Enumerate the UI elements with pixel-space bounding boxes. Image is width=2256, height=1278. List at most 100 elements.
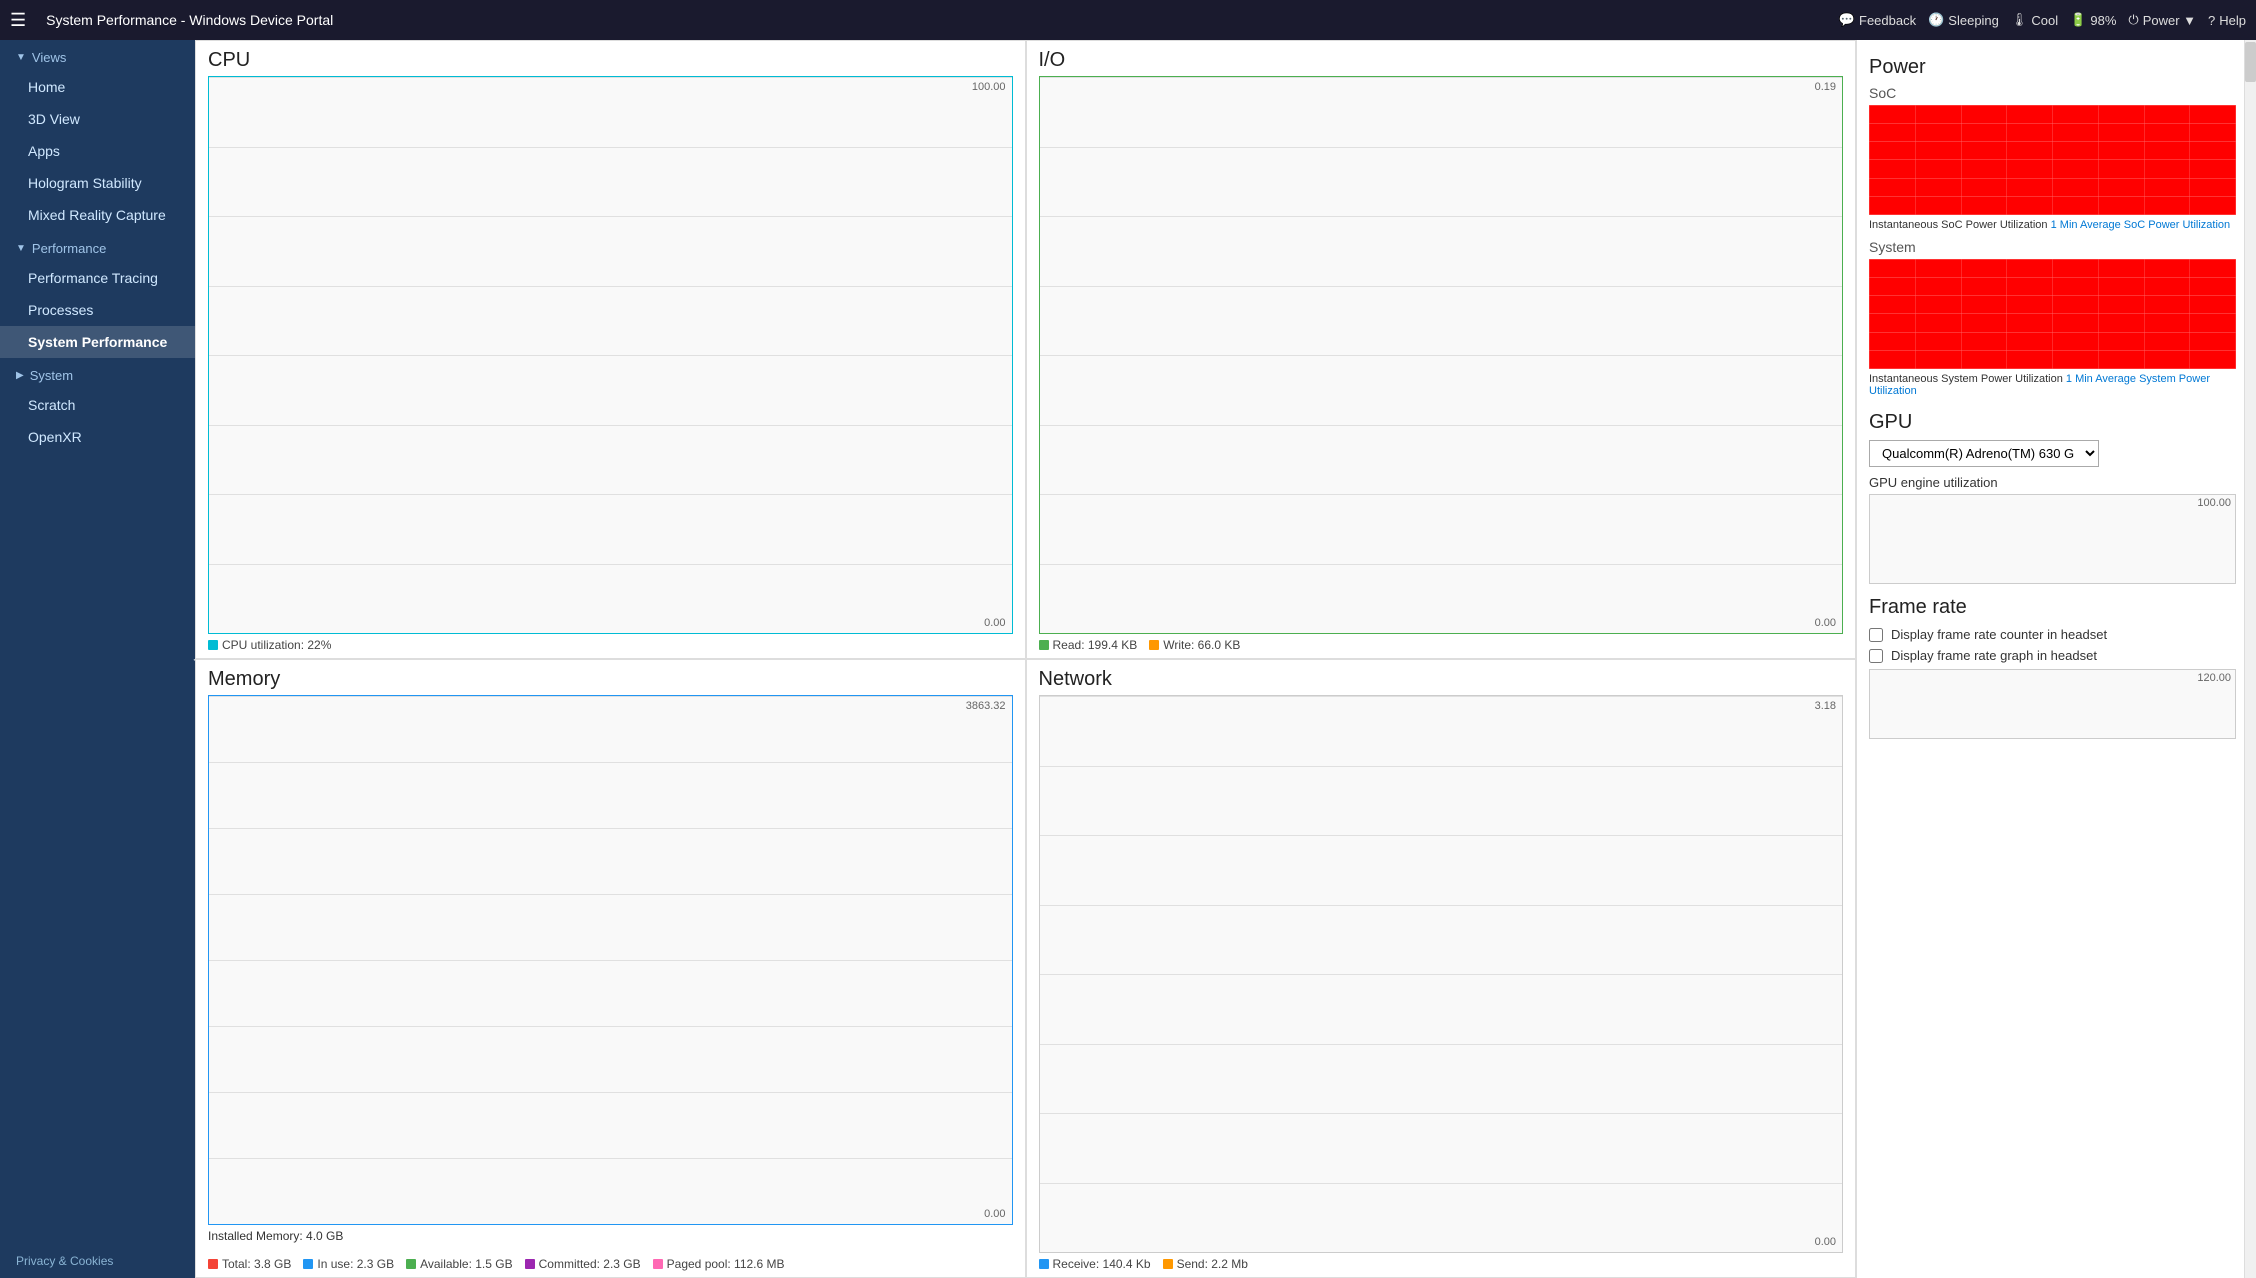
sidebar-item-performance-tracing[interactable]: Performance Tracing: [0, 262, 195, 294]
frame-rate-graph-checkbox[interactable]: [1869, 649, 1883, 663]
memory-title: Memory: [208, 668, 1013, 691]
memory-installed: Installed Memory: 4.0 GB: [208, 1229, 1013, 1243]
frame-rate-graph-checkbox-row[interactable]: Display frame rate graph in headset: [1869, 648, 2236, 663]
memory-chart: 3863.32 0.00: [208, 695, 1013, 1225]
soc-label: SoC: [1869, 85, 2236, 101]
power-title: Power: [1869, 56, 2236, 79]
sidebar-item-hologram-stability[interactable]: Hologram Stability: [0, 167, 195, 199]
cpu-legend-dot: [208, 640, 218, 650]
frame-rate-counter-checkbox-row[interactable]: Display frame rate counter in headset: [1869, 627, 2236, 642]
battery-button[interactable]: 🔋 98%: [2070, 12, 2116, 28]
frame-rate-chart: 120.00: [1869, 669, 2236, 739]
frame-rate-counter-checkbox[interactable]: [1869, 628, 1883, 642]
memory-legend: Installed Memory: 4.0 GB Total: 3.8 GB I…: [208, 1229, 1013, 1271]
right-panel: Power SoC: [1856, 40, 2256, 1278]
cpu-legend-text: CPU utilization: 22%: [222, 638, 331, 652]
memory-max-label: 3863.32: [966, 700, 1006, 712]
cpu-min-label: 0.00: [984, 617, 1005, 629]
cpu-max-label: 100.00: [972, 81, 1006, 93]
frame-rate-counter-label: Display frame rate counter in headset: [1891, 627, 2107, 642]
memory-chart-grid: [209, 696, 1012, 1224]
sidebar: ◀ ▼ Views Home 3D View Apps Hologram Sta…: [0, 40, 195, 1278]
soc-instant-label: Instantaneous SoC Power Utilization: [1869, 219, 2048, 231]
menu-icon[interactable]: ☰: [10, 10, 26, 31]
sidebar-section-performance[interactable]: ▼ Performance: [0, 231, 195, 262]
io-chart: 0.19 0.00: [1039, 76, 1844, 634]
thermometer-icon: 🌡: [2011, 12, 2028, 28]
cpu-legend: CPU utilization: 22%: [208, 638, 1013, 652]
network-title: Network: [1039, 668, 1844, 691]
memory-panel: Memory 3863.32 0.00: [195, 659, 1026, 1278]
sidebar-item-home[interactable]: Home: [0, 71, 195, 103]
frame-rate-title: Frame rate: [1869, 596, 2236, 619]
cpu-chart: 100.00 0.00: [208, 76, 1013, 634]
soc-power-legend: Instantaneous SoC Power Utilization 1 Mi…: [1869, 219, 2236, 231]
power-button[interactable]: ⏻ Power ▼: [2128, 12, 2196, 28]
battery-icon: 🔋: [2070, 12, 2086, 28]
io-read-text: Read: 199.4 KB: [1053, 638, 1138, 652]
gpu-title: GPU: [1869, 411, 2236, 434]
sidebar-item-system-performance[interactable]: System Performance: [0, 326, 195, 358]
power-icon: ⏻: [2128, 12, 2138, 28]
right-scrollbar[interactable]: [2244, 40, 2256, 1278]
gpu-engine-label: GPU engine utilization: [1869, 475, 2236, 490]
views-arrow-icon: ▼: [16, 52, 26, 63]
feedback-button[interactable]: 💬 Feedback: [1839, 12, 1916, 28]
sidebar-item-processes[interactable]: Processes: [0, 294, 195, 326]
network-min-label: 0.00: [1815, 1236, 1836, 1248]
io-write-text: Write: 66.0 KB: [1163, 638, 1240, 652]
sidebar-item-mixed-reality-capture[interactable]: Mixed Reality Capture: [0, 199, 195, 231]
io-panel: I/O 0.19 0.00: [1026, 40, 1857, 659]
soc-power-chart: [1869, 105, 2236, 215]
sidebar-section-performance-label: Performance: [32, 241, 106, 256]
network-chart: 3.18 0.00: [1039, 695, 1844, 1253]
frame-rate-graph-label: Display frame rate graph in headset: [1891, 648, 2097, 663]
frame-rate-max-label: 120.00: [2197, 672, 2231, 684]
sidebar-section-views[interactable]: ▼ Views: [0, 40, 195, 71]
network-max-label: 3.18: [1815, 700, 1836, 712]
memory-min-label: 0.00: [984, 1208, 1005, 1220]
system-instant-label: Instantaneous System Power Utilization: [1869, 373, 2063, 385]
io-write-dot: [1149, 640, 1159, 650]
title-bar: ☰ System Performance - Windows Device Po…: [0, 0, 2256, 40]
sidebar-item-3dview[interactable]: 3D View: [0, 103, 195, 135]
network-panel: Network 3.18 0.00: [1026, 659, 1857, 1278]
io-max-label: 0.19: [1815, 81, 1836, 93]
sidebar-section-views-label: Views: [32, 50, 66, 65]
network-chart-grid: [1040, 696, 1843, 1252]
system-label: System: [1869, 239, 2236, 255]
sidebar-collapse-button[interactable]: ◀: [189, 639, 195, 679]
performance-arrow-icon: ▼: [16, 243, 26, 254]
io-min-label: 0.00: [1815, 617, 1836, 629]
system-arrow-icon: ▶: [16, 370, 24, 381]
network-legend: Receive: 140.4 Kb Send: 2.2 Mb: [1039, 1257, 1844, 1271]
system-power-legend: Instantaneous System Power Utilization 1…: [1869, 373, 2236, 397]
privacy-cookies-link[interactable]: Privacy & Cookies: [0, 1244, 195, 1278]
system-power-chart: [1869, 259, 2236, 369]
cpu-panel: CPU 100.00 0.00: [195, 40, 1026, 659]
help-icon: ?: [2208, 13, 2215, 28]
frame-rate-section: Frame rate Display frame rate counter in…: [1869, 596, 2236, 739]
sidebar-item-openxr[interactable]: OpenXR: [0, 421, 195, 453]
cool-button[interactable]: 🌡 Cool: [2011, 12, 2058, 28]
io-read-dot: [1039, 640, 1049, 650]
io-chart-grid: [1040, 77, 1843, 633]
gpu-select[interactable]: Qualcomm(R) Adreno(TM) 630 GPU: [1869, 440, 2099, 467]
sleeping-icon: 🕐: [1928, 12, 1944, 28]
scroll-thumb[interactable]: [2245, 42, 2256, 82]
cpu-title: CPU: [208, 49, 1013, 72]
help-button[interactable]: ? Help: [2208, 13, 2246, 28]
sidebar-section-system[interactable]: ▶ System: [0, 358, 195, 389]
sleeping-button[interactable]: 🕐 Sleeping: [1928, 12, 1999, 28]
gpu-engine-chart: 100.00: [1869, 494, 2236, 584]
gpu-max-label: 100.00: [2197, 497, 2231, 509]
soc-avg-label[interactable]: 1 Min Average SoC Power Utilization: [2051, 219, 2231, 231]
sidebar-item-scratch[interactable]: Scratch: [0, 389, 195, 421]
feedback-icon: 💬: [1839, 12, 1855, 28]
page-title: System Performance - Windows Device Port…: [46, 12, 1827, 28]
cpu-chart-grid: [209, 77, 1012, 633]
io-title: I/O: [1039, 49, 1844, 72]
sidebar-section-system-label: System: [30, 368, 73, 383]
io-legend: Read: 199.4 KB Write: 66.0 KB: [1039, 638, 1844, 652]
sidebar-item-apps[interactable]: Apps: [0, 135, 195, 167]
